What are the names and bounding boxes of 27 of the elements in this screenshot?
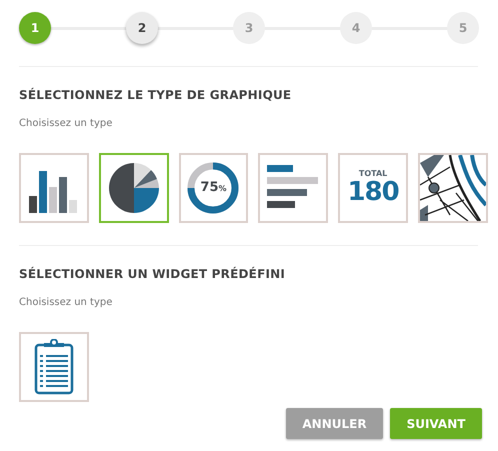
donut-value: 75% xyxy=(200,179,227,198)
map-icon xyxy=(420,155,486,221)
step-circle[interactable]: 1 xyxy=(19,12,51,44)
section-subtitle: Choisissez un type xyxy=(19,117,114,131)
section-heading: SÉLECTIONNER UN WIDGET PRÉDÉFINI xyxy=(19,266,286,283)
step-circle[interactable]: 5 xyxy=(447,12,479,44)
chart-type-tile[interactable]: 75% xyxy=(178,153,248,223)
step-circle[interactable]: 3 xyxy=(233,12,265,44)
chart-type-tile[interactable]: TOTAL 180 xyxy=(338,153,408,223)
section-subtitle: Choisissez un type xyxy=(19,296,114,310)
total-value: 180 xyxy=(347,178,399,206)
chart-type-tile[interactable] xyxy=(258,153,328,223)
chart-type-tile[interactable] xyxy=(418,153,488,223)
step-circle[interactable]: 4 xyxy=(340,12,372,44)
chart-type-tile[interactable] xyxy=(19,332,89,402)
percent-sign: % xyxy=(218,184,227,194)
next-button[interactable]: SUIVANT xyxy=(390,408,482,439)
section-heading: SÉLECTIONNEZ LE TYPE DE GRAPHIQUE xyxy=(19,86,292,104)
chart-type-tile[interactable] xyxy=(98,153,169,223)
total-caption: TOTAL xyxy=(358,170,388,178)
step-circle[interactable]: 2 xyxy=(126,12,158,44)
pie-chart-icon xyxy=(108,163,159,213)
clipboard-icon xyxy=(34,339,74,395)
chart-type-tile[interactable] xyxy=(19,153,89,223)
donut-chart-icon xyxy=(186,161,240,215)
cancel-button[interactable]: ANNULER xyxy=(286,408,383,439)
horizontal-bar-chart-icon xyxy=(267,165,320,211)
